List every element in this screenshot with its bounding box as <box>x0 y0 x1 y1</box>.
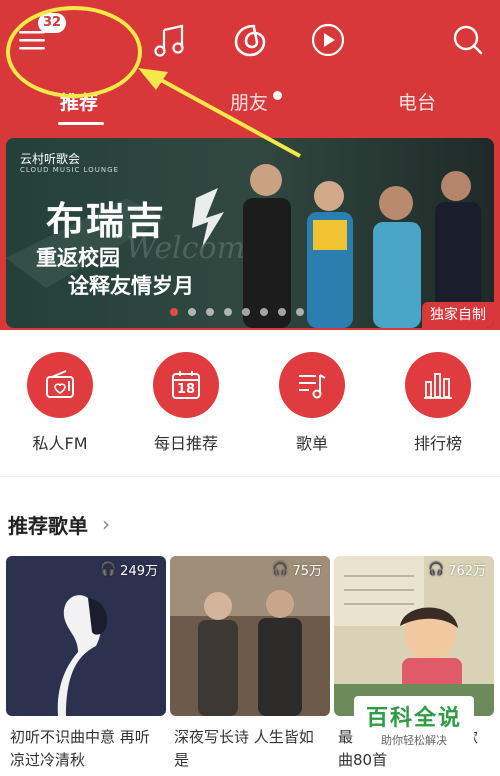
banner-exclusive-tag: 独家自制 <box>422 302 494 328</box>
play-count: 🎧 762万 <box>428 560 486 579</box>
banner-subtitle-line1: 重返校园 <box>36 246 120 270</box>
banner-dot[interactable] <box>260 308 268 316</box>
quick-entry-label: 私人FM <box>32 434 88 453</box>
play-count-value: 249万 <box>120 564 158 579</box>
new-activity-dot <box>273 91 282 100</box>
headphones-icon: 🎧 <box>272 562 289 577</box>
play-count-value: 762万 <box>448 564 486 579</box>
tab-friends[interactable]: 朋友 <box>230 88 268 124</box>
search-icon <box>453 25 483 55</box>
calendar-icon: 18 <box>153 352 219 418</box>
active-tab-indicator <box>58 122 104 125</box>
banner-brand: 云村听歌会 <box>20 152 81 166</box>
quick-entry-label: 歌单 <box>295 434 328 453</box>
play-count: 🎧 249万 <box>100 560 158 579</box>
banner-title: 布瑞吉 <box>46 199 167 243</box>
banner-artists-image <box>243 164 481 328</box>
quick-entry-charts[interactable]: 排行榜 <box>388 352 488 454</box>
playlist-title: 深夜写长诗 人生皆如是 <box>174 728 314 769</box>
playlist-cover <box>334 556 494 716</box>
playlist-card[interactable]: 🎧 249万 初听不识曲中意 再听凉过冷清秋 <box>6 556 166 776</box>
recommended-playlists-title[interactable]: 推荐歌单 <box>8 510 88 539</box>
chart-bars-icon <box>405 352 471 418</box>
play-video-icon <box>311 23 345 57</box>
quick-entry-label: 每日推荐 <box>153 434 218 453</box>
netease-music-button[interactable] <box>228 18 272 62</box>
playlist-cover <box>6 556 166 716</box>
banner-dot[interactable] <box>296 308 304 316</box>
watermark-subtitle: 助你轻松解决 <box>381 734 447 747</box>
quick-entry-personal-fm[interactable]: 私人FM <box>10 352 110 454</box>
netease-logo-icon <box>234 24 266 57</box>
banner-subtitle-line2: 诠释友情岁月 <box>68 274 194 298</box>
play-count-value: 75万 <box>292 564 322 579</box>
playlist-cover <box>170 556 330 716</box>
banner-dot[interactable] <box>278 308 286 316</box>
chevron-right-icon[interactable]: › <box>102 512 110 536</box>
quick-entry-label: 排行榜 <box>413 434 462 453</box>
video-tab-button[interactable] <box>306 18 350 62</box>
banner-dot[interactable] <box>188 308 196 316</box>
banner-dot[interactable] <box>224 308 232 316</box>
banner-dot[interactable] <box>170 308 178 316</box>
search-button[interactable] <box>446 18 490 62</box>
playlist-title: 初听不识曲中意 再听凉过冷清秋 <box>10 728 150 769</box>
quick-entry-playlists[interactable]: 歌单 <box>262 352 362 454</box>
headphones-icon: 🎧 <box>99 562 117 577</box>
quick-entry-row: 私人FM 18 每日推荐 歌单 排行榜 <box>0 352 500 462</box>
radio-icon <box>27 352 93 418</box>
banner-dot[interactable] <box>242 308 250 316</box>
banner-dot[interactable] <box>206 308 214 316</box>
watermark-title: 百科全说 <box>365 706 462 731</box>
playlist-icon <box>279 352 345 418</box>
watermark-logo: 百科全说 助你轻松解决 <box>354 696 474 752</box>
promo-banner[interactable]: Welcome 云村听歌会 CLOUD MUSIC LOUNGE 布瑞吉 重返校… <box>6 138 494 328</box>
calendar-day: 18 <box>176 381 196 397</box>
music-tab-button[interactable] <box>148 18 192 62</box>
banner-brand-subtitle: CLOUD MUSIC LOUNGE <box>20 166 119 174</box>
annotation-highlight-circle <box>6 6 142 98</box>
headphones-icon: 🎧 <box>427 562 445 577</box>
play-count: 🎧 75万 <box>272 560 322 579</box>
music-note-icon <box>154 24 184 57</box>
section-divider <box>0 476 500 477</box>
playlist-card[interactable]: 🎧 75万 深夜写长诗 人生皆如是 <box>170 556 330 776</box>
banner-pagination <box>170 308 304 316</box>
quick-entry-daily[interactable]: 18 每日推荐 <box>136 352 236 454</box>
tab-radio[interactable]: 电台 <box>398 88 436 124</box>
